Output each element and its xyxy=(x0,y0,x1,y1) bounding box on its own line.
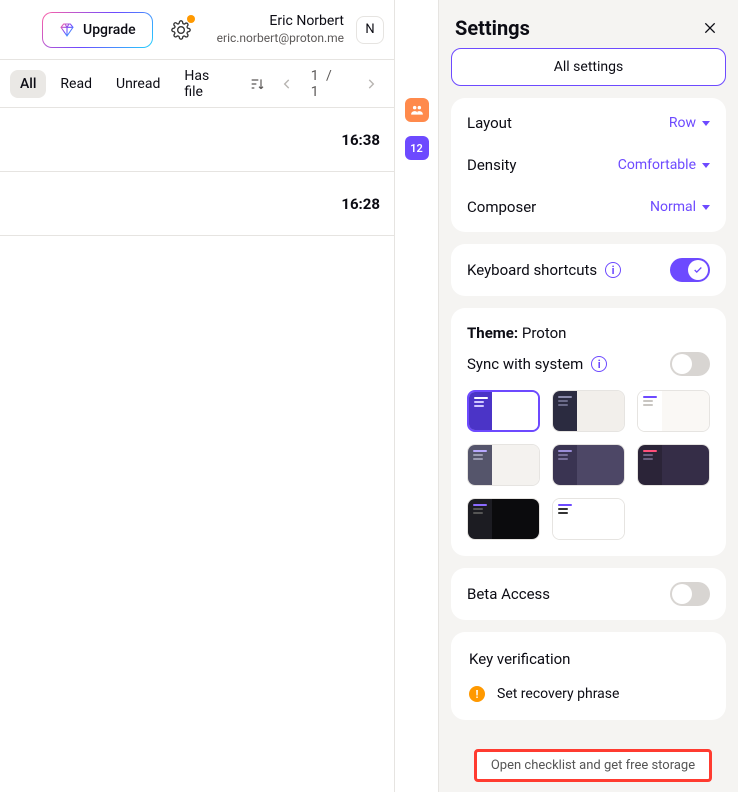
avatar-initial: N xyxy=(365,22,374,37)
diamond-icon xyxy=(59,22,75,38)
composer-value: Normal xyxy=(650,199,696,215)
set-recovery-label: Set recovery phrase xyxy=(497,686,619,702)
display-settings-card: Layout Row Density Comfortable Composer … xyxy=(451,98,726,232)
close-icon xyxy=(702,20,718,36)
sort-icon xyxy=(249,76,265,92)
set-recovery-phrase-button[interactable]: ! Set recovery phrase xyxy=(469,686,708,702)
info-icon[interactable]: i xyxy=(605,262,621,278)
notification-dot-icon xyxy=(187,15,195,23)
calendar-day-label: 12 xyxy=(410,142,423,155)
theme-option-proton[interactable] xyxy=(467,390,540,432)
shortcuts-card: Keyboard shortcuts i xyxy=(451,244,726,296)
chevron-down-icon xyxy=(702,205,710,210)
composer-select[interactable]: Normal xyxy=(650,199,710,215)
theme-option-black[interactable] xyxy=(467,498,540,540)
theme-option-classic[interactable] xyxy=(467,444,540,486)
composer-label: Composer xyxy=(467,198,536,216)
shortcuts-toggle[interactable] xyxy=(670,258,710,282)
key-verification-title: Key verification xyxy=(469,650,708,668)
theme-card: Theme: Proton Sync with system i xyxy=(451,308,726,556)
theme-option-plain[interactable] xyxy=(552,498,625,540)
sync-toggle[interactable] xyxy=(670,352,710,376)
settings-gear-button[interactable] xyxy=(165,14,197,46)
open-checklist-button[interactable]: Open checklist and get free storage xyxy=(474,749,712,782)
chevron-down-icon xyxy=(702,121,710,126)
theme-option-duotone-dark[interactable] xyxy=(552,444,625,486)
close-button[interactable] xyxy=(698,16,722,40)
theme-option-monokai[interactable] xyxy=(637,444,710,486)
layout-select[interactable]: Row xyxy=(669,115,710,131)
chevron-left-icon xyxy=(280,77,294,91)
page-prev-button[interactable] xyxy=(274,70,301,98)
app-header: Upgrade Eric Norbert eric.norbert@proton… xyxy=(0,0,394,60)
side-rail: 12 xyxy=(394,0,438,792)
calendar-app-button[interactable]: 12 xyxy=(405,136,429,160)
avatar[interactable]: N xyxy=(356,16,384,44)
message-list: 16:38 16:28 xyxy=(0,108,394,236)
chevron-down-icon xyxy=(702,163,710,168)
theme-option-carbon[interactable] xyxy=(552,390,625,432)
info-icon[interactable]: i xyxy=(591,356,607,372)
layout-value: Row xyxy=(669,115,696,131)
page-indicator: 1 / 1 xyxy=(305,68,354,100)
filter-read[interactable]: Read xyxy=(50,70,102,98)
list-item[interactable]: 16:28 xyxy=(0,172,394,236)
shortcuts-label: Keyboard shortcuts xyxy=(467,261,597,279)
theme-value: Proton xyxy=(522,324,567,342)
contacts-app-button[interactable] xyxy=(405,98,429,122)
settings-title: Settings xyxy=(455,16,530,40)
filter-all[interactable]: All xyxy=(10,70,46,98)
beta-card: Beta Access xyxy=(451,568,726,620)
checklist-label: Open checklist and get free storage xyxy=(491,758,695,773)
filter-has-file[interactable]: Has file xyxy=(174,62,239,106)
upgrade-button[interactable]: Upgrade xyxy=(42,12,153,48)
message-time: 16:38 xyxy=(341,131,380,149)
filter-unread[interactable]: Unread xyxy=(106,70,170,98)
layout-label: Layout xyxy=(467,114,512,132)
user-email: eric.norbert@proton.me xyxy=(217,31,344,46)
all-settings-button[interactable]: All settings xyxy=(451,48,726,86)
sync-label: Sync with system xyxy=(467,355,583,373)
page-next-button[interactable] xyxy=(357,70,384,98)
key-verification-card: Key verification ! Set recovery phrase xyxy=(451,632,726,720)
theme-option-snow[interactable] xyxy=(637,390,710,432)
gear-icon xyxy=(171,20,191,40)
warning-icon: ! xyxy=(469,686,485,702)
settings-panel: Settings All settings Layout Row Density… xyxy=(438,0,738,792)
list-item[interactable]: 16:38 xyxy=(0,108,394,172)
sort-button[interactable] xyxy=(243,70,270,98)
paging: 1 / 1 xyxy=(243,68,384,100)
user-name: Eric Norbert xyxy=(269,13,344,31)
user-identity[interactable]: Eric Norbert eric.norbert@proton.me xyxy=(217,13,344,46)
beta-toggle[interactable] xyxy=(670,582,710,606)
check-icon xyxy=(693,265,703,275)
filter-toolbar: All Read Unread Has file 1 / 1 xyxy=(0,60,394,108)
theme-swatches xyxy=(467,390,710,540)
density-select[interactable]: Comfortable xyxy=(618,157,710,173)
chevron-right-icon xyxy=(364,77,378,91)
message-time: 16:28 xyxy=(341,195,380,213)
density-label: Density xyxy=(467,156,516,174)
beta-label: Beta Access xyxy=(467,585,550,603)
theme-label: Theme: xyxy=(467,324,518,342)
upgrade-label: Upgrade xyxy=(83,22,136,38)
people-icon xyxy=(410,103,424,117)
density-value: Comfortable xyxy=(618,157,696,173)
